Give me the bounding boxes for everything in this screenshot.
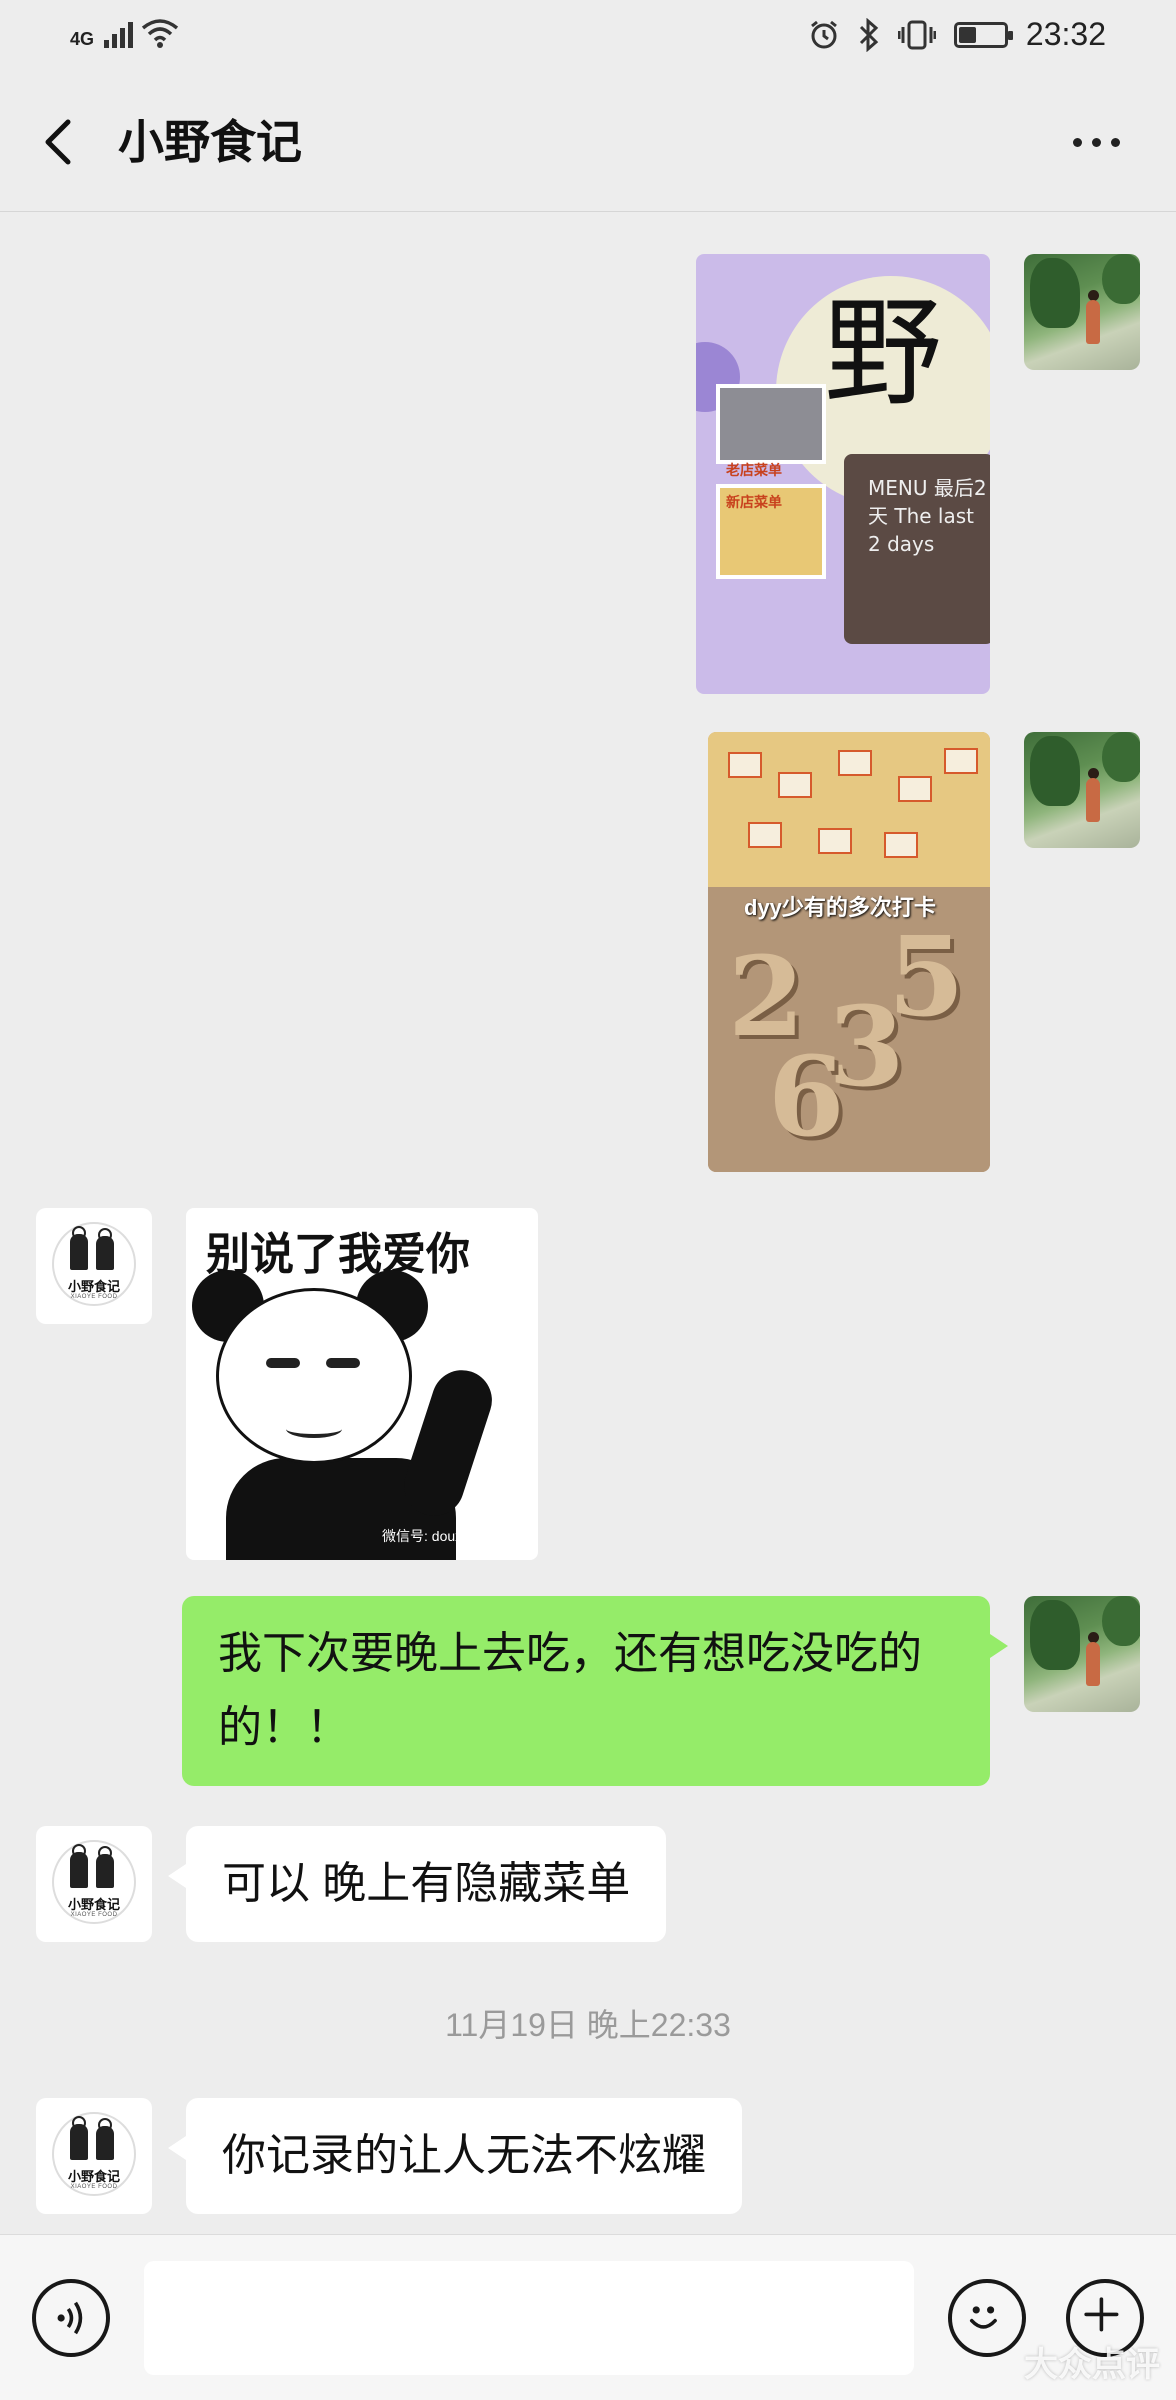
emoji-icon[interactable] [948, 2279, 1026, 2357]
chevron-left-icon[interactable] [30, 112, 90, 172]
alarm-icon [810, 20, 837, 48]
more-dots-icon[interactable] [1056, 112, 1136, 172]
message-timestamp: 11月19日 晚上22:33 [445, 2007, 731, 2043]
user-avatar[interactable] [1024, 732, 1140, 848]
user-avatar[interactable] [1024, 254, 1140, 370]
text-message[interactable]: 我下次要晚上去吃，还有想吃没吃的的！！ [182, 1596, 1008, 1786]
network-type: 4G [70, 29, 95, 49]
signal-icon [104, 18, 134, 48]
avatar-logo-text: 小野食记 [67, 1279, 120, 1294]
user-avatar[interactable] [1024, 1596, 1140, 1712]
avatar-logo-sub: XIAOYE FOOD [70, 1294, 118, 1300]
system-status: 23:32 [808, 16, 1106, 53]
wifi-icon [141, 19, 179, 48]
new-menu-label: 新店菜单 [726, 494, 782, 510]
vibrate-icon [897, 20, 936, 49]
menu-board-text: MENU 最后2天 The last 2 days [868, 476, 987, 556]
sticker-message[interactable]: 别说了我爱你 微信号: douxiaoku [186, 1208, 538, 1560]
poster-glyph: 野 [824, 284, 943, 422]
avatar-logo-text: 小野食记 [67, 1897, 120, 1912]
message-text: 可以 晚上有隐藏菜单 [222, 1859, 631, 1908]
message-text: 我下次要晚上去吃，还有想吃没吃的的！！ [218, 1629, 922, 1752]
old-menu-thumbnail [716, 384, 826, 464]
voice-icon[interactable] [32, 2279, 110, 2357]
avatar-logo-sub: XIAOYE FOOD [70, 2184, 118, 2190]
contact-avatar[interactable]: 小野食记 XIAOYE FOOD [36, 2098, 152, 2214]
message-text: 你记录的让人无法不炫耀 [222, 2131, 706, 2180]
chat-title: 小野食记 [118, 116, 302, 168]
contact-avatar[interactable]: 小野食记 XIAOYE FOOD [36, 1208, 152, 1324]
message-input[interactable] [144, 2261, 914, 2375]
old-menu-label: 老店菜单 [726, 462, 782, 478]
status-bar: 4G 23:32 [0, 0, 1176, 72]
image-message[interactable]: dyy少有的多次打卡 2 3 5 6 [708, 732, 990, 1172]
dianping-watermark: 大众点评 [1024, 2346, 1160, 2384]
sticker-watermark: 微信号: douxiaoku [382, 1528, 496, 1544]
bluetooth-icon [859, 17, 879, 52]
text-message[interactable]: 可以 晚上有隐藏菜单 [167, 1826, 667, 1942]
image-message[interactable]: 野 MENU 最后2天 The last 2 days 老店菜单 新店菜单 [696, 254, 990, 694]
chat-header: 小野食记 [0, 72, 1176, 212]
sticker-caption: 别说了我爱你 [206, 1230, 470, 1279]
input-bar: 大众点评 [0, 2234, 1176, 2400]
contact-avatar[interactable]: 小野食记 XIAOYE FOOD [36, 1826, 152, 1942]
battery-icon [953, 21, 1013, 48]
clock: 23:32 [1025, 16, 1106, 52]
network-status: 4G [70, 18, 179, 48]
avatar-logo-text: 小野食记 [67, 2169, 120, 2184]
text-message[interactable]: 你记录的让人无法不炫耀 [168, 2098, 742, 2214]
avatar-logo-sub: XIAOYE FOOD [70, 1912, 118, 1918]
